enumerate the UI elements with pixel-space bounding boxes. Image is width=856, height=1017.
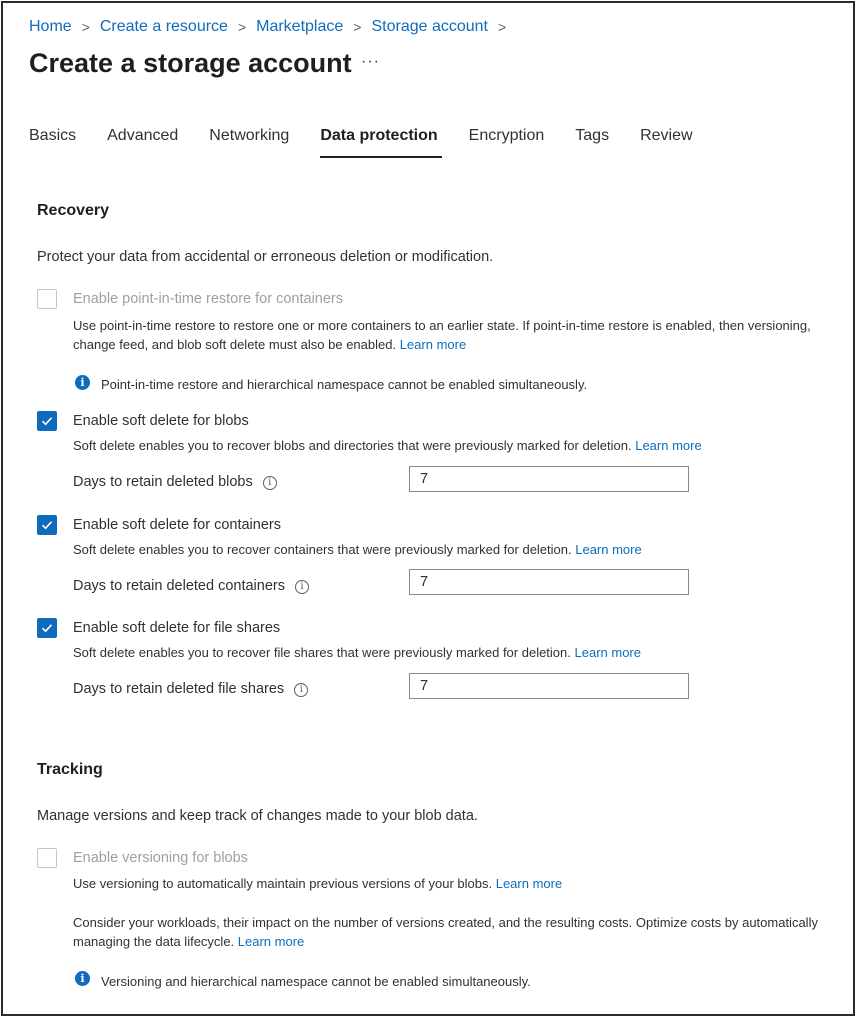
versioning-note-text: Consider your workloads, their impact on… bbox=[73, 915, 818, 949]
breadcrumb-create-resource[interactable]: Create a resource bbox=[100, 18, 228, 36]
soft-delete-containers-label: Enable soft delete for containers bbox=[73, 517, 281, 533]
days-retain-shares-text: Days to retain deleted file shares bbox=[73, 681, 285, 697]
versioning-checkbox[interactable] bbox=[37, 848, 57, 868]
pitr-help: Use point-in-time restore to restore one… bbox=[73, 316, 848, 354]
soft-delete-blobs-help-text: Soft delete enables you to recover blobs… bbox=[73, 438, 632, 453]
breadcrumb-home[interactable]: Home bbox=[29, 18, 72, 36]
info-icon: i bbox=[75, 971, 90, 986]
pitr-learn-more-link[interactable]: Learn more bbox=[400, 337, 466, 352]
soft-delete-containers-help-text: Soft delete enables you to recover conta… bbox=[73, 542, 572, 557]
soft-delete-blobs-label: Enable soft delete for blobs bbox=[73, 413, 249, 429]
tab-advanced[interactable]: Advanced bbox=[107, 127, 178, 154]
soft-delete-blobs-learn-more-link[interactable]: Learn more bbox=[635, 438, 701, 453]
recovery-description: Protect your data from accidental or err… bbox=[37, 249, 494, 265]
days-retain-blobs-text: Days to retain deleted blobs bbox=[73, 474, 253, 490]
versioning-learn-more-link[interactable]: Learn more bbox=[496, 876, 562, 891]
recovery-heading: Recovery bbox=[37, 202, 110, 219]
chevron-right-icon: > bbox=[81, 19, 90, 35]
soft-delete-shares-checkbox[interactable] bbox=[37, 618, 57, 638]
info-tooltip-icon[interactable]: i bbox=[295, 580, 309, 594]
versioning-help-text: Use versioning to automatically maintain… bbox=[73, 876, 493, 891]
info-icon: i bbox=[75, 375, 90, 390]
breadcrumb-storage-account[interactable]: Storage account bbox=[371, 18, 488, 36]
checkmark-icon bbox=[41, 624, 53, 633]
checkmark-icon bbox=[41, 417, 53, 426]
soft-delete-blobs-help: Soft delete enables you to recover blobs… bbox=[73, 438, 702, 453]
tab-data-protection[interactable]: Data protection bbox=[320, 127, 443, 158]
soft-delete-containers-checkbox[interactable] bbox=[37, 515, 57, 535]
versioning-note-learn-more-link[interactable]: Learn more bbox=[238, 934, 304, 949]
tracking-description: Manage versions and keep track of change… bbox=[37, 808, 478, 824]
days-retain-shares-label: Days to retain deleted file shares i bbox=[73, 681, 309, 697]
info-tooltip-icon[interactable]: i bbox=[262, 476, 277, 490]
soft-delete-containers-learn-more-link[interactable]: Learn more bbox=[575, 542, 641, 557]
days-retain-containers-input[interactable] bbox=[409, 569, 689, 595]
chevron-right-icon: > bbox=[353, 19, 362, 35]
days-retain-containers-label: Days to retain deleted containers i bbox=[73, 578, 309, 594]
tab-review[interactable]: Review bbox=[640, 127, 692, 154]
tab-basics[interactable]: Basics bbox=[29, 127, 76, 154]
tab-tags[interactable]: Tags bbox=[575, 127, 609, 154]
soft-delete-shares-label: Enable soft delete for file shares bbox=[73, 620, 281, 636]
pitr-label: Enable point-in-time restore for contain… bbox=[73, 291, 343, 307]
info-tooltip-icon[interactable]: i bbox=[294, 683, 309, 697]
days-retain-blobs-input[interactable] bbox=[409, 466, 689, 492]
tab-encryption[interactable]: Encryption bbox=[469, 127, 545, 154]
breadcrumb-marketplace[interactable]: Marketplace bbox=[256, 18, 343, 36]
days-retain-containers-text: Days to retain deleted containers bbox=[73, 578, 285, 594]
days-retain-blobs-label: Days to retain deleted blobs i bbox=[73, 474, 277, 490]
page-title: Create a storage account bbox=[29, 48, 352, 78]
more-options-button[interactable]: ··· bbox=[361, 53, 380, 71]
versioning-help: Use versioning to automatically maintain… bbox=[73, 876, 562, 891]
breadcrumb: Home > Create a resource > Marketplace >… bbox=[29, 18, 516, 36]
tab-bar: Basics Advanced Networking Data protecti… bbox=[29, 127, 724, 158]
soft-delete-containers-help: Soft delete enables you to recover conta… bbox=[73, 542, 642, 557]
versioning-label: Enable versioning for blobs bbox=[73, 850, 248, 866]
versioning-note: Consider your workloads, their impact on… bbox=[73, 913, 848, 951]
soft-delete-shares-learn-more-link[interactable]: Learn more bbox=[575, 645, 641, 660]
pitr-info-text: Point-in-time restore and hierarchical n… bbox=[101, 377, 588, 392]
days-retain-shares-input[interactable] bbox=[409, 673, 689, 699]
versioning-info-text: Versioning and hierarchical namespace ca… bbox=[101, 974, 531, 989]
checkmark-icon bbox=[41, 521, 53, 530]
chevron-right-icon: > bbox=[237, 19, 247, 35]
tab-networking[interactable]: Networking bbox=[209, 127, 289, 154]
pitr-checkbox[interactable] bbox=[37, 289, 57, 309]
soft-delete-shares-help-text: Soft delete enables you to recover file … bbox=[73, 645, 571, 660]
storage-account-blade: Home > Create a resource > Marketplace >… bbox=[1, 1, 855, 1016]
soft-delete-blobs-checkbox[interactable] bbox=[37, 411, 57, 431]
chevron-right-icon: > bbox=[498, 19, 507, 35]
soft-delete-shares-help: Soft delete enables you to recover file … bbox=[73, 645, 641, 660]
tracking-heading: Tracking bbox=[37, 761, 103, 778]
